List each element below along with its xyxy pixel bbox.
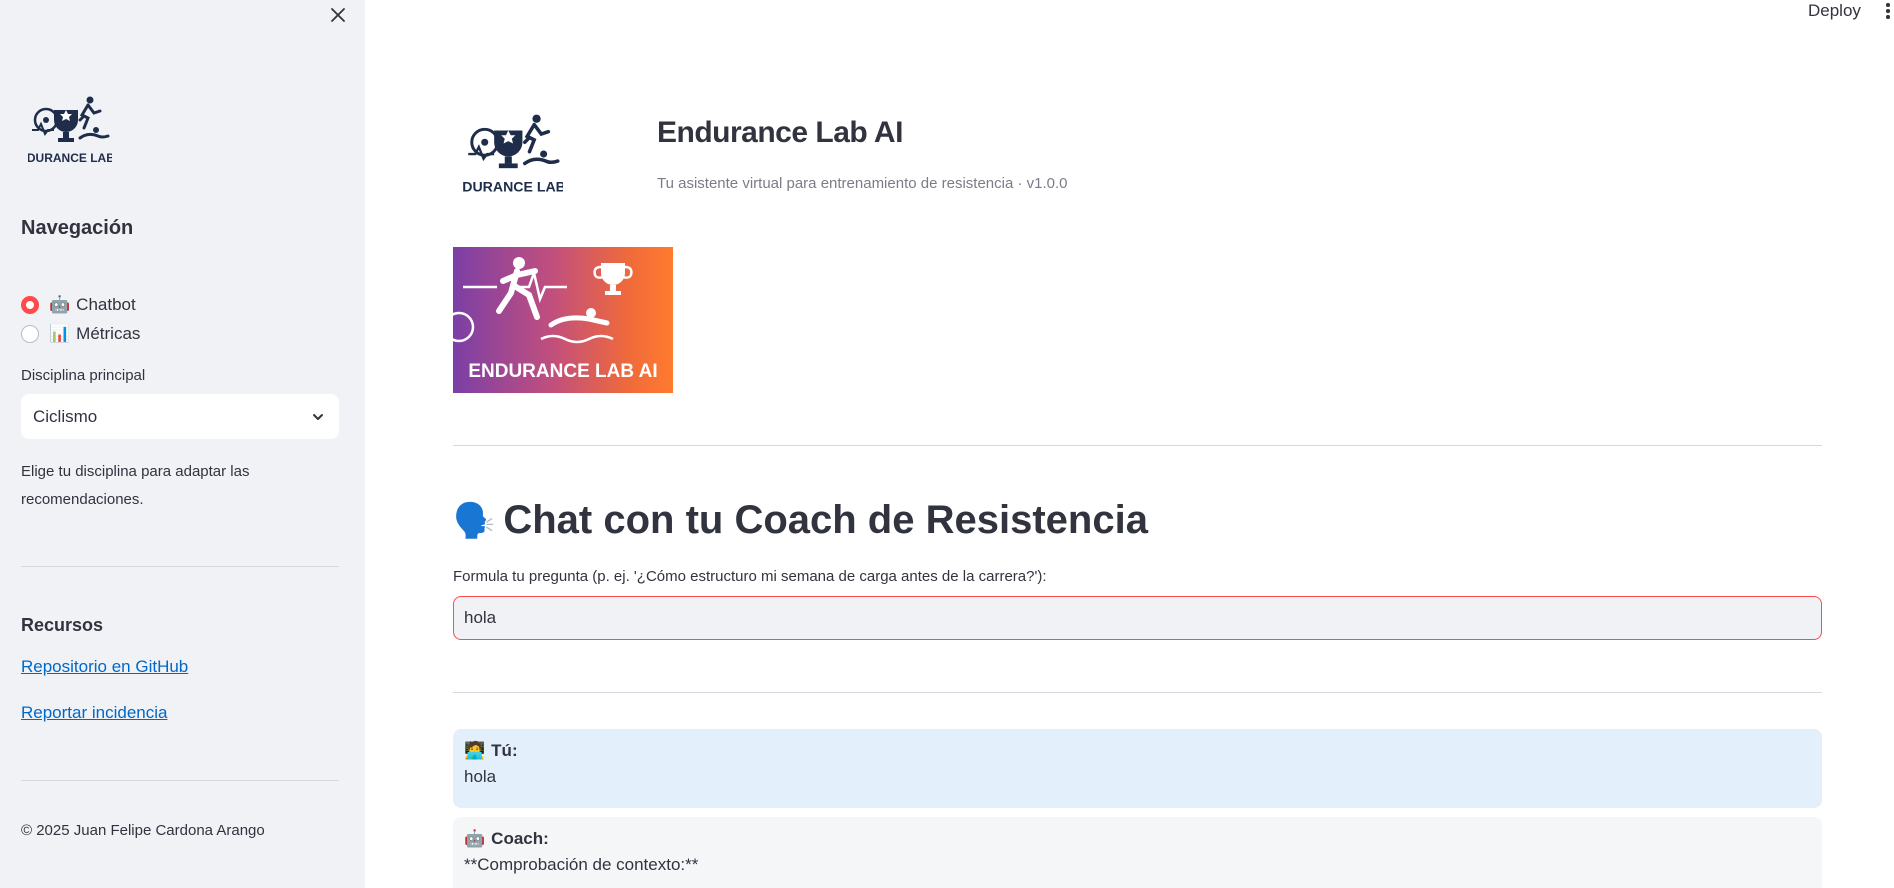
message-text: **Comprobación de contexto:** [464, 855, 699, 874]
bar-chart-icon: 📊 [49, 324, 71, 343]
menu-dot-icon [1886, 9, 1890, 13]
sidebar-logo-text: ENDURANCE LAB AI [28, 151, 112, 165]
deploy-button[interactable]: Deploy [1808, 1, 1861, 21]
author-label: Tú: [491, 741, 518, 760]
banner-image: ENDURANCE LAB AI [453, 247, 673, 393]
user-technologist-icon: 🧑‍💻 [464, 741, 486, 760]
banner-text: ENDURANCE LAB AI [468, 361, 657, 382]
speaking-head-icon: 🗣️ [453, 501, 496, 540]
discipline-help: Elige tu disciplina para adaptar las rec… [21, 463, 250, 508]
resources-heading: Recursos [21, 615, 104, 635]
page-title: Endurance Lab AI [657, 116, 903, 149]
trophy-logo-icon: ENDURANCE LAB AI [10, 96, 130, 165]
message-author: 🤖 Coach: [464, 829, 1811, 849]
chat-message-coach: 🤖 Coach: **Comprobación de contexto:** [453, 817, 1822, 888]
nav-option-label: Chatbot [76, 295, 136, 314]
endurance-banner-icon: ENDURANCE LAB AI [453, 257, 658, 382]
sidebar-logo: ENDURANCE LAB AI [10, 96, 130, 186]
close-sidebar-button[interactable] [325, 2, 351, 28]
menu-dot-icon [1886, 15, 1890, 19]
robot-icon: 🤖 [49, 295, 71, 314]
robot-icon: 🤖 [464, 829, 486, 848]
copyright: © 2025 Juan Felipe Cardona Arango [21, 822, 265, 839]
radio-unselected-icon [21, 325, 39, 343]
message-text: hola [464, 767, 497, 786]
nav-option-chatbot[interactable]: 🤖 Chatbot [21, 295, 136, 315]
main-menu-button[interactable] [1883, 1, 1893, 21]
header-logo-text: ENDURANCE LAB AI [463, 179, 563, 195]
github-link[interactable]: Repositorio en GitHub [21, 657, 188, 677]
radio-selected-icon [21, 296, 39, 314]
sidebar-divider [21, 566, 339, 567]
question-input-label: Formula tu pregunta (p. ej. '¿Cómo estru… [453, 568, 1047, 585]
message-author: 🧑‍💻 Tú: [464, 741, 1811, 761]
discipline-label: Disciplina principal [21, 367, 146, 384]
sidebar-divider [21, 780, 339, 781]
question-input[interactable]: hola [453, 596, 1822, 640]
section-divider [453, 445, 1822, 446]
nav-option-label: Métricas [76, 324, 141, 343]
nav-heading: Navegación [21, 217, 134, 239]
chevron-down-icon [313, 413, 323, 420]
chat-heading: 🗣️ Chat con tu Coach de Resistencia [453, 498, 1148, 543]
chat-message-user: 🧑‍💻 Tú: hola [453, 729, 1822, 808]
header-logo: ENDURANCE LAB AI [443, 114, 583, 220]
report-issue-link[interactable]: Reportar incidencia [21, 703, 167, 723]
discipline-select[interactable]: Ciclismo [21, 394, 339, 439]
discipline-value: Ciclismo [33, 406, 98, 426]
trophy-logo-icon: ENDURANCE LAB AI [443, 114, 583, 195]
menu-dot-icon [1886, 3, 1890, 7]
close-icon [331, 8, 345, 22]
chat-heading-text: Chat con tu Coach de Resistencia [503, 498, 1148, 542]
page-subtitle: Tu asistente virtual para entrenamiento … [657, 175, 1068, 192]
section-divider [453, 692, 1822, 693]
nav-option-metricas[interactable]: 📊 Métricas [21, 324, 140, 344]
sidebar: ENDURANCE LAB AI Navegación 🤖 Chatbot 📊 … [0, 0, 365, 888]
author-label: Coach: [491, 829, 549, 848]
